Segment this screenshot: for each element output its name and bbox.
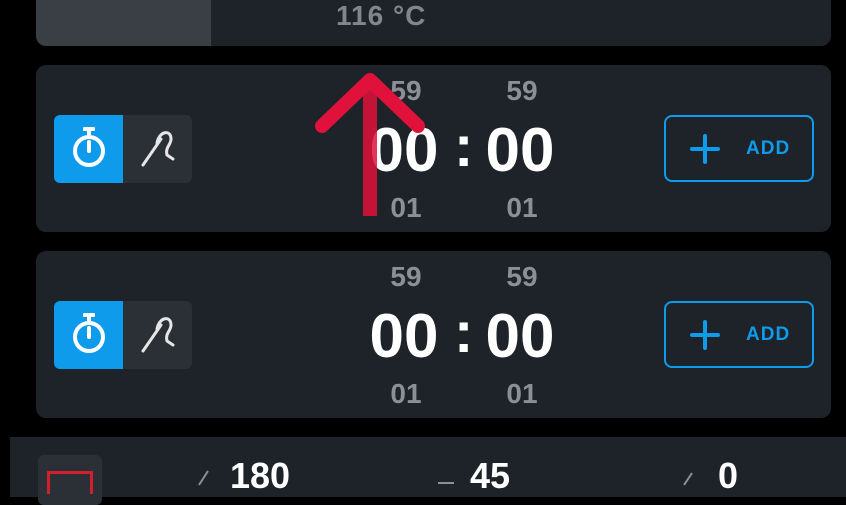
bottom-status-bar: 180 45 0 <box>10 437 846 505</box>
minutes-above[interactable]: 59 <box>376 261 436 293</box>
seconds-above[interactable]: 59 <box>492 261 552 293</box>
probe-icon <box>137 125 179 174</box>
temperature-value: 116 °C <box>336 0 427 31</box>
add-button-label: ADD <box>746 137 791 159</box>
stopwatch-icon <box>69 311 109 360</box>
minutes-value[interactable]: 00 <box>354 115 454 186</box>
plus-icon <box>690 133 720 164</box>
timer-card-2: 59 59 00 : 00 01 01 ADD <box>36 251 831 418</box>
minutes-value[interactable]: 00 <box>354 301 454 372</box>
stopwatch-icon <box>69 125 109 174</box>
timer-small-icon <box>436 471 456 490</box>
seconds-below[interactable]: 01 <box>492 192 552 224</box>
seconds-below[interactable]: 01 <box>492 378 552 410</box>
humidity-setpoint-value[interactable]: 0 <box>718 455 738 497</box>
temperature-progress-fill <box>36 0 211 46</box>
grill-mode-button[interactable] <box>38 455 102 505</box>
seconds-above[interactable]: 59 <box>492 75 552 107</box>
time-setpoint-value[interactable]: 45 <box>470 455 510 497</box>
temperature-setpoint-value[interactable]: 180 <box>230 455 290 497</box>
timer-picker[interactable]: 59 59 00 : 00 01 01 <box>326 251 555 418</box>
add-timer-button[interactable]: ADD <box>664 301 814 368</box>
minutes-above[interactable]: 59 <box>376 75 436 107</box>
probe-small-icon <box>196 467 212 492</box>
grill-icon <box>47 471 93 494</box>
add-button-label: ADD <box>746 323 791 345</box>
probe-mode-button[interactable] <box>123 301 192 369</box>
seconds-value[interactable]: 00 <box>470 301 570 372</box>
timer-mode-button[interactable] <box>54 301 123 369</box>
minutes-below[interactable]: 01 <box>376 192 436 224</box>
add-timer-button[interactable]: ADD <box>664 115 814 182</box>
seconds-value[interactable]: 00 <box>470 115 570 186</box>
probe-mode-button[interactable] <box>123 115 192 183</box>
timer-mode-toggle <box>54 301 192 369</box>
timer-mode-button[interactable] <box>54 115 123 183</box>
timer-picker[interactable]: 59 59 00 : 00 01 01 <box>326 65 555 232</box>
humidity-small-icon <box>680 467 696 492</box>
probe-icon <box>137 311 179 360</box>
temperature-card[interactable]: 116 °C <box>36 0 831 46</box>
plus-icon <box>690 319 720 350</box>
timer-mode-toggle <box>54 115 192 183</box>
timer-card-1: 59 59 00 : 00 01 01 ADD <box>36 65 831 232</box>
minutes-below[interactable]: 01 <box>376 378 436 410</box>
